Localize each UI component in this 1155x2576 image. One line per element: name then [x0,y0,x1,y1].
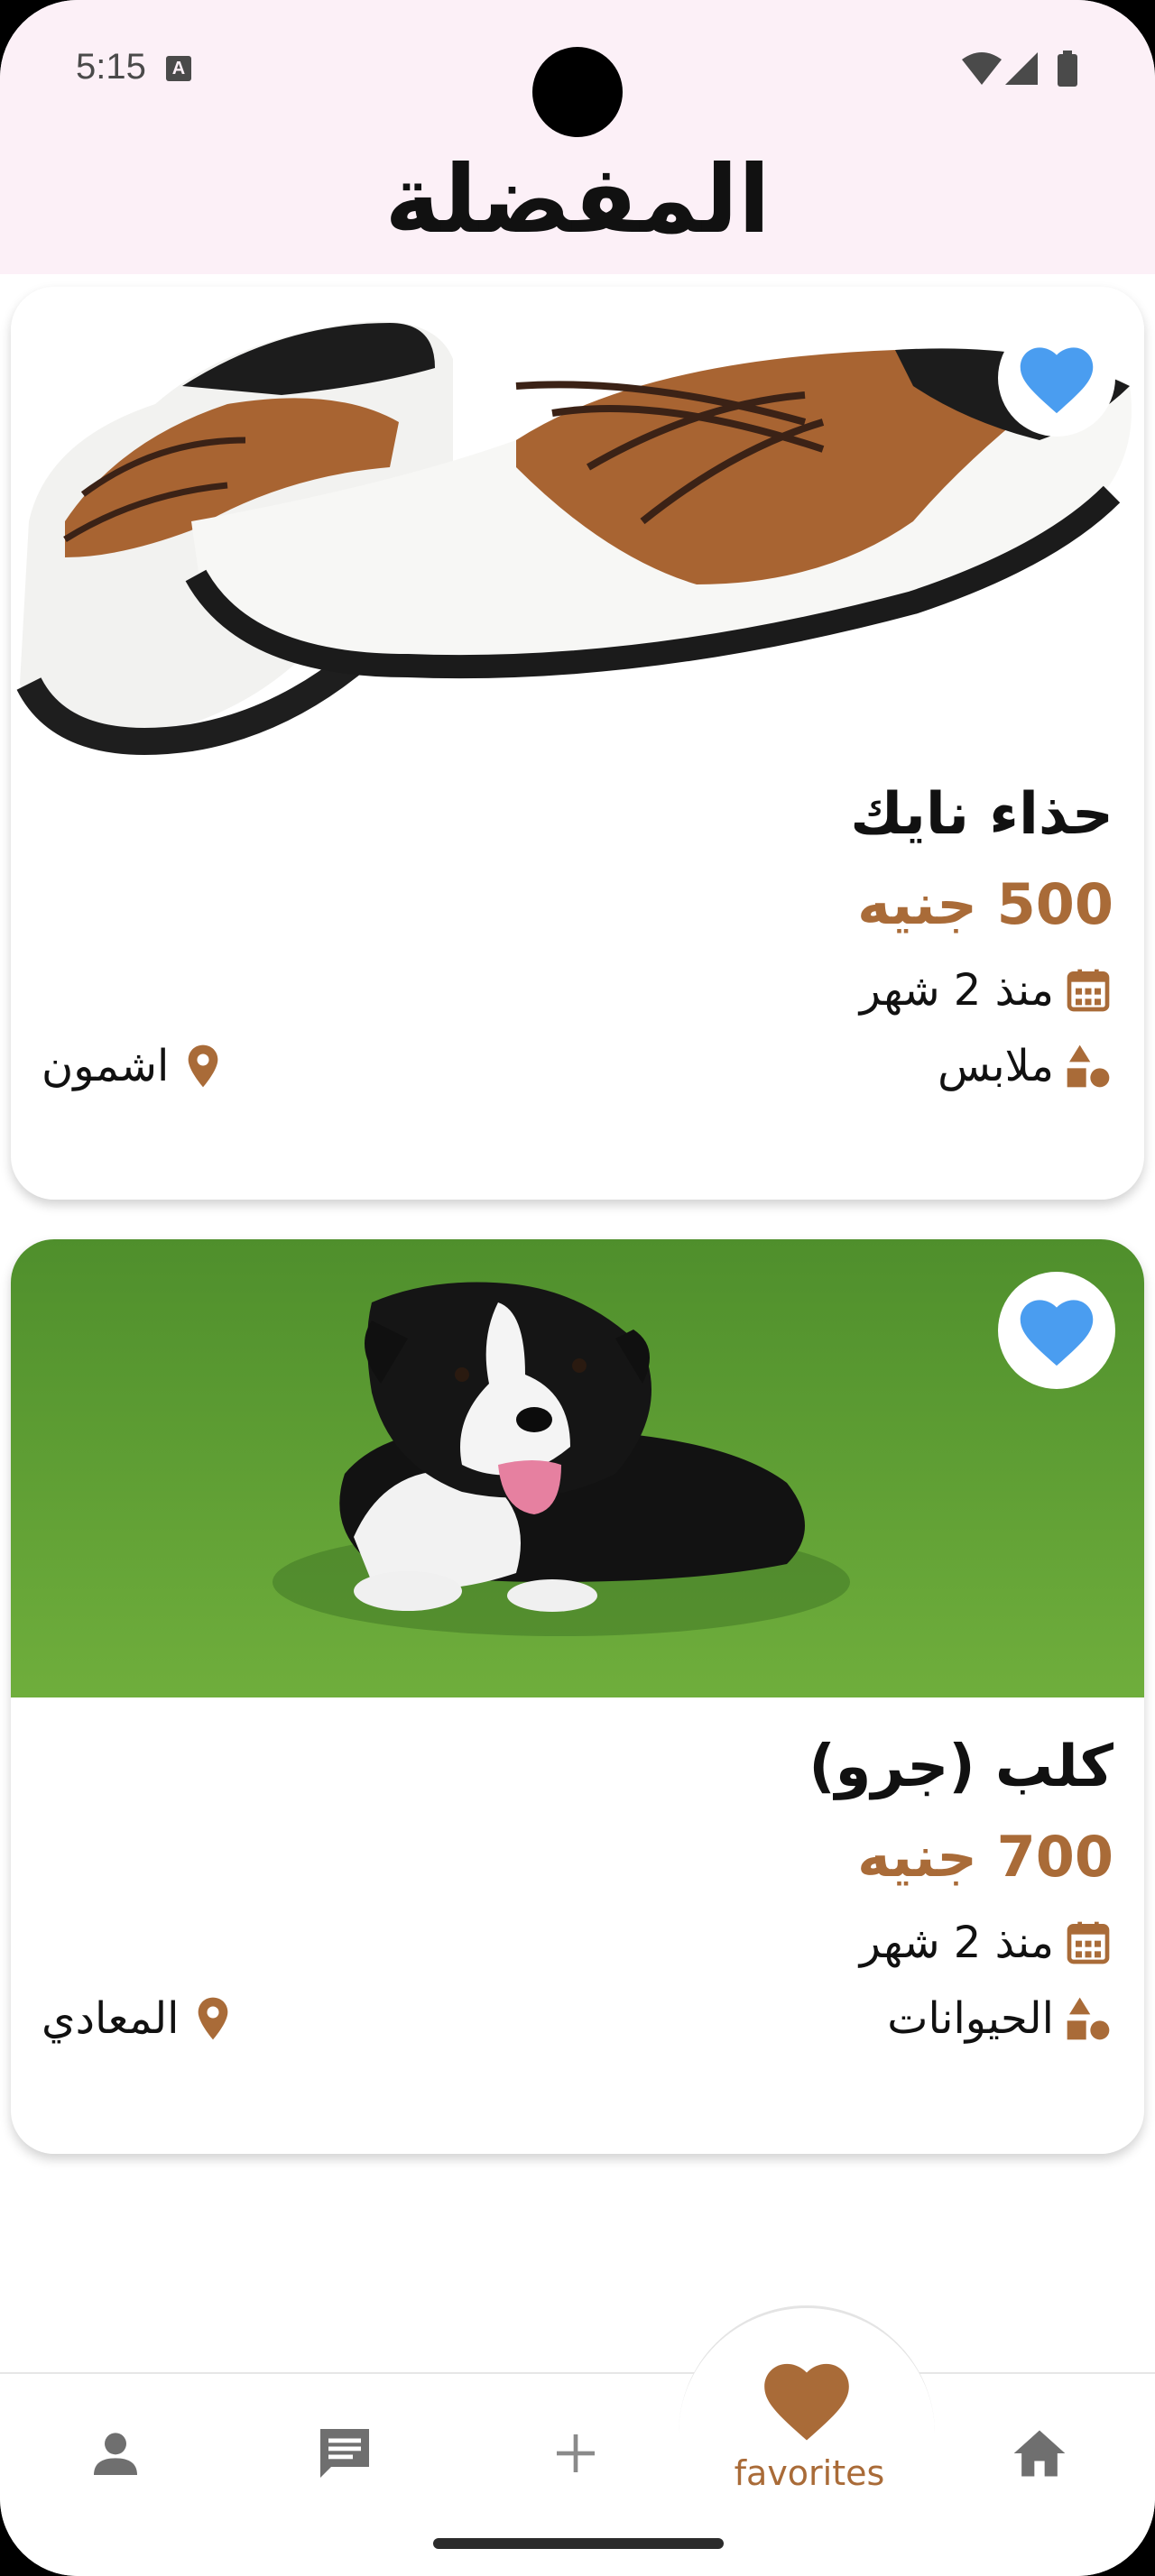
post-date-label: منذ 2 شهر [859,1918,1054,1968]
keyboard-indicator-icon: A [166,56,191,81]
category: ملابس [938,1041,1113,1091]
nav-favorites-label[interactable]: favorites [715,2453,904,2493]
gesture-home-bar[interactable] [433,2538,724,2549]
home-icon [1013,2430,1066,2477]
battery-icon [1058,51,1077,87]
nav-favorites[interactable] [753,2345,861,2453]
location-pin-icon [189,1044,218,1088]
post-date-label: منذ 2 شهر [859,965,1054,1016]
product-title: حذاء نايك [850,781,1113,848]
post-date: منذ 2 شهر [860,965,1113,1016]
calendar-icon [1067,1921,1110,1964]
camera-cutout [532,47,623,137]
add-icon [557,2434,595,2472]
category-icon [1067,1044,1110,1088]
product-image-shoes [11,287,1144,783]
category-icon [1067,1997,1110,2040]
screen: 5:15 A المفضلة حذاء نايك 500 جنيه منذ 2 … [0,0,1155,2576]
app-bar: 5:15 A المفضلة [0,0,1155,274]
nav-profile[interactable] [61,2399,170,2507]
page-title: المفضلة [384,144,771,254]
heart-filled-icon [1020,347,1094,414]
product-card[interactable]: كلب (جرو) 700 جنيه منذ 2 شهر الحيوانات ا… [11,1239,1144,2154]
product-price: 500 جنيه [857,871,1113,937]
wifi-icon [962,52,1002,85]
nav-add[interactable] [522,2399,630,2507]
calendar-icon [1067,969,1110,1012]
post-date: منذ 2 شهر [860,1918,1113,1968]
heart-filled-icon [1020,1300,1094,1366]
heart-icon [764,2363,849,2441]
location-label: المعادي [42,1993,180,2044]
product-title: كلب (جرو) [808,1734,1113,1800]
location: اشمون [42,1041,249,1091]
favorite-toggle[interactable] [998,319,1115,437]
favorite-toggle[interactable] [998,1272,1115,1389]
location-label: اشمون [42,1041,170,1091]
category: الحيوانات [887,1993,1113,2044]
product-image-dog [11,1239,1144,1697]
nav-home[interactable] [985,2399,1094,2507]
product-card[interactable]: حذاء نايك 500 جنيه منذ 2 شهر ملابس اشمون [11,287,1144,1200]
product-price: 700 جنيه [857,1824,1113,1890]
category-label: الحيوانات [887,1993,1054,2044]
chat-icon [320,2429,369,2478]
profile-icon [94,2433,137,2475]
signal-icon [1005,52,1038,85]
location-pin-icon [199,1997,228,2040]
category-label: ملابس [938,1041,1054,1091]
location: المعادي [42,1993,267,2044]
nav-chat[interactable] [291,2399,399,2507]
status-time: 5:15 [76,47,146,87]
